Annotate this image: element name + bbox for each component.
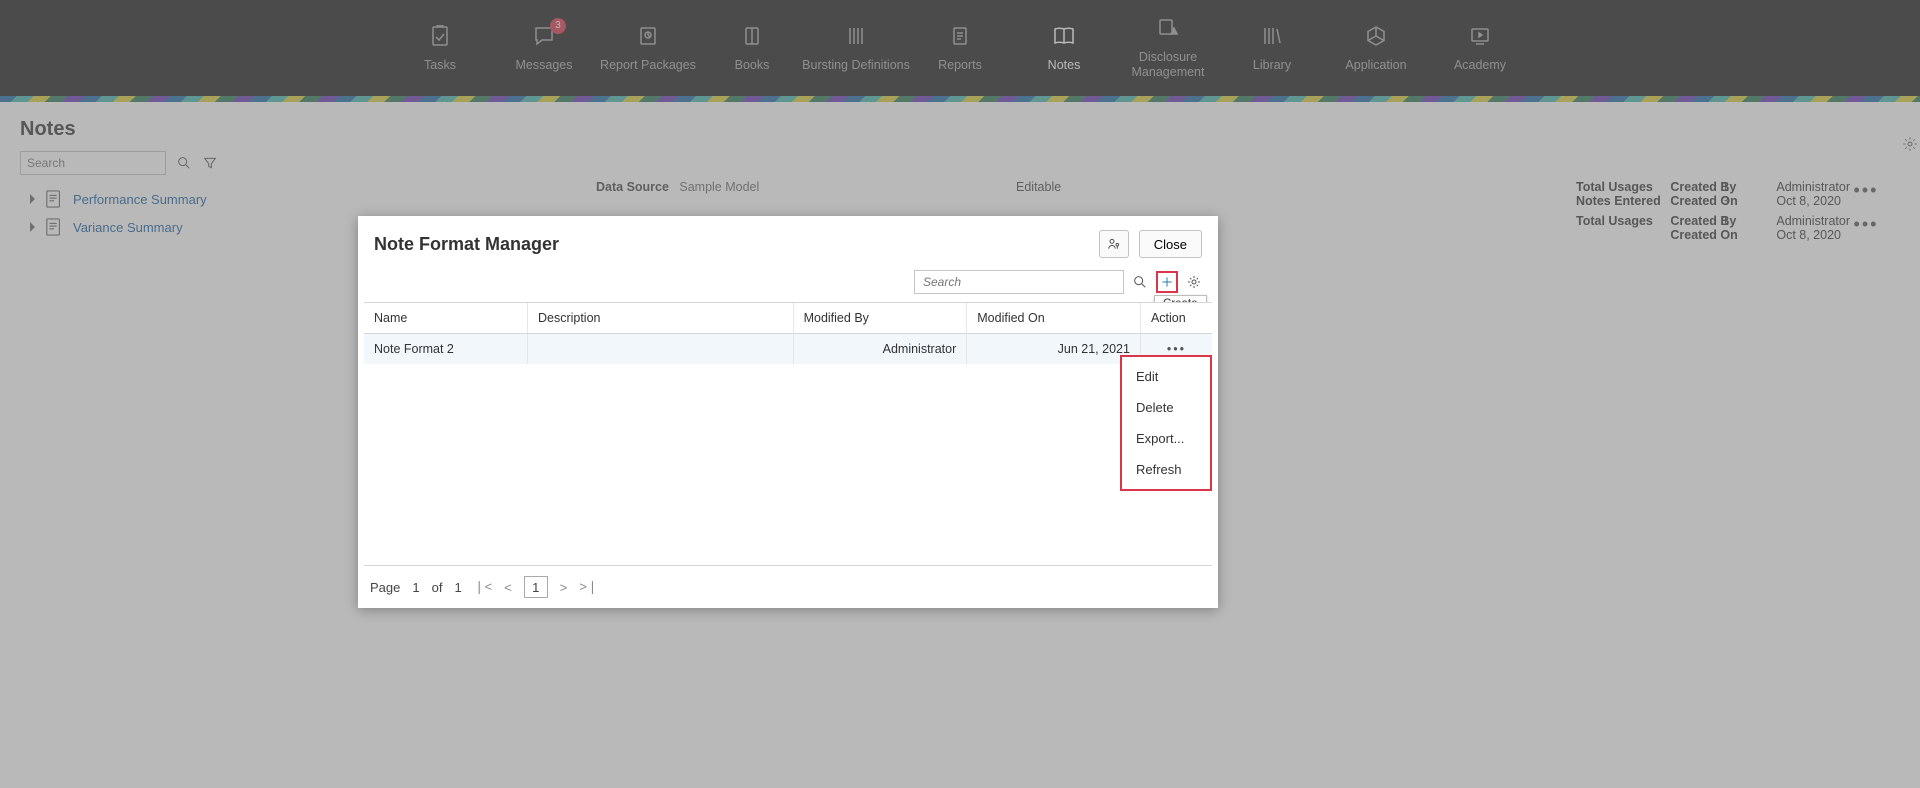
menu-item-edit[interactable]: Edit [1122,361,1210,392]
nav-item-application[interactable]: Application [1324,24,1428,73]
nav-item-notes[interactable]: Notes [1012,24,1116,73]
row-action-menu: Edit Delete Export... Refresh [1120,355,1212,491]
messages-badge: 3 [550,18,566,34]
search-icon[interactable] [1132,274,1148,290]
nav-item-report-packages[interactable]: Report Packages [596,24,700,73]
nav-item-messages[interactable]: 3 Messages [492,24,596,73]
report-packages-icon [636,24,660,48]
menu-item-export[interactable]: Export... [1122,423,1210,454]
nav-item-library[interactable]: Library [1220,24,1324,73]
menu-item-refresh[interactable]: Refresh [1122,454,1210,485]
table-row[interactable]: Note Format 2 Administrator Jun 21, 2021… [364,334,1212,365]
nav-item-tasks[interactable]: Tasks [388,24,492,73]
page-title: Notes [20,118,1900,141]
data-source-cell: Data Source Sample Model [596,180,1016,208]
search-icon[interactable] [176,155,192,171]
notes-icon [1052,24,1076,48]
filter-icon[interactable] [202,155,218,171]
nav-item-reports[interactable]: Reports [908,24,1012,73]
pager-of-label: of [432,580,443,595]
pager-page-input[interactable]: 1 [524,576,548,598]
pager-prev-icon[interactable]: < [504,580,512,595]
cell-description [527,334,793,365]
col-header-modified-on[interactable]: Modified On [967,303,1141,334]
col-header-action[interactable]: Action [1140,303,1212,334]
pager-first-icon[interactable]: ❘< [474,579,492,595]
books-icon [740,24,764,48]
pager-total: 1 [454,580,461,595]
close-button[interactable]: Close [1139,230,1202,258]
cell-modified-on: Jun 21, 2021 [967,334,1141,365]
nav-item-academy[interactable]: Academy [1428,24,1532,73]
settings-gear-icon[interactable] [1902,136,1918,152]
person-key-icon [1106,236,1122,252]
nav-item-books[interactable]: Books [700,24,804,73]
tree-item-label: Variance Summary [73,220,183,235]
editable-cell: Editable [1016,180,1576,208]
pager-last-icon[interactable]: >❘ [579,579,597,595]
formats-table: Name Description Modified By Modified On… [364,302,1212,566]
pager-current: 1 [412,580,419,595]
disclosure-icon [1156,16,1180,40]
ellipsis-icon: ••• [1167,342,1186,356]
nav-item-disclosure-management[interactable]: Disclosure Management [1116,16,1220,80]
create-button[interactable]: Create [1156,271,1178,293]
col-header-name[interactable]: Name [364,303,527,334]
pager-page-label: Page [370,580,400,595]
plus-icon [1159,274,1175,290]
menu-item-delete[interactable]: Delete [1122,392,1210,423]
page-search-row [20,151,1900,175]
bursting-icon [844,24,868,48]
application-icon [1364,24,1388,48]
dialog-title: Note Format Manager [374,234,559,255]
created-block-2: Created ByAdministrator Created OnOct 8,… [1670,214,1850,242]
top-nav: Tasks 3 Messages Report Packages Books B… [0,0,1920,96]
chevron-right-icon [30,222,35,232]
tree-item-label: Performance Summary [73,192,207,207]
library-icon [1260,24,1284,48]
note-template-icon [45,217,63,237]
col-header-modified-by[interactable]: Modified By [793,303,967,334]
note-template-icon [45,189,63,209]
note-format-manager-dialog: Note Format Manager Close Create Name De… [358,216,1218,608]
page-search-input[interactable] [20,151,166,175]
reports-icon [948,24,972,48]
created-block-1: Created ByAdministrator Created OnOct 8,… [1670,180,1850,208]
dialog-search-input[interactable] [914,270,1124,294]
cell-modified-by: Administrator [793,334,967,365]
access-button[interactable] [1099,230,1129,258]
col-header-description[interactable]: Description [527,303,793,334]
academy-icon [1468,24,1492,48]
settings-gear-icon[interactable] [1186,274,1202,290]
pager: Page 1 of 1 ❘< < 1 > >❘ [358,566,1218,608]
tasks-icon [428,24,452,48]
chevron-right-icon [30,194,35,204]
pager-next-icon[interactable]: > [560,580,568,595]
nav-item-bursting-definitions[interactable]: Bursting Definitions [804,24,908,73]
cell-name: Note Format 2 [364,334,527,365]
